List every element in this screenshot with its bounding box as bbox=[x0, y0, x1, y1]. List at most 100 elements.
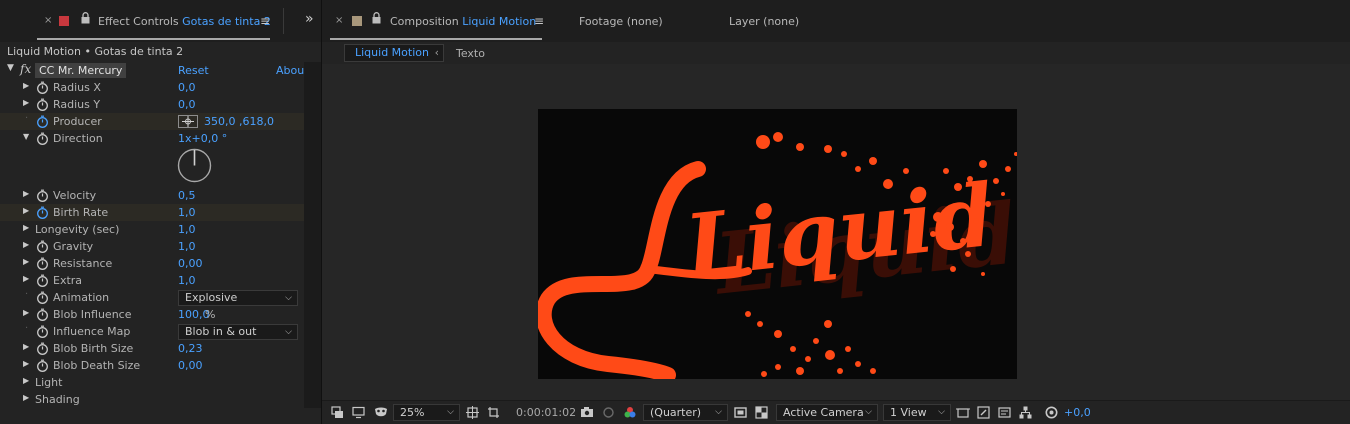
twirl-arrow-icon[interactable]: ▶ bbox=[23, 308, 29, 317]
transparency-grid-icon[interactable] bbox=[755, 406, 768, 419]
property-row-velocity[interactable]: ▶ Velocity 0,5 bbox=[0, 187, 305, 204]
draft-3d-icon[interactable] bbox=[977, 406, 990, 419]
stopwatch-icon[interactable] bbox=[36, 342, 49, 355]
twirl-arrow-icon[interactable]: ▶ bbox=[23, 240, 29, 249]
twirl-arrow-icon[interactable]: ▶ bbox=[23, 189, 29, 198]
point-target-icon[interactable] bbox=[178, 115, 198, 128]
twirl-arrow-icon[interactable]: ▶ bbox=[23, 223, 29, 232]
camera-select[interactable]: Active Camera ⌵ bbox=[776, 404, 878, 421]
property-value[interactable]: 0,0 bbox=[178, 98, 196, 111]
twirl-arrow-icon[interactable]: ▶ bbox=[23, 393, 29, 402]
view-layout-select[interactable]: 1 View ⌵ bbox=[883, 404, 951, 421]
label-color-swatch[interactable] bbox=[59, 16, 69, 26]
resolution-select[interactable]: (Quarter) ⌵ bbox=[643, 404, 728, 421]
property-value[interactable]: 0,00 bbox=[178, 257, 203, 270]
stopwatch-icon[interactable] bbox=[36, 308, 49, 321]
show-snapshot-icon[interactable] bbox=[602, 406, 615, 419]
label-color-swatch[interactable] bbox=[352, 16, 362, 26]
region-of-interest-icon[interactable] bbox=[487, 406, 500, 419]
fx-toggle-icon[interactable]: fx bbox=[20, 62, 31, 76]
reset-button[interactable]: Reset bbox=[178, 64, 209, 77]
twirl-arrow-icon[interactable]: ▼ bbox=[23, 132, 29, 141]
stopwatch-icon[interactable] bbox=[36, 359, 49, 372]
panel-menu-icon[interactable]: ≡ bbox=[260, 14, 270, 28]
property-row-animation[interactable]: · Animation Explosive ⌵ bbox=[0, 289, 305, 306]
close-tab-icon[interactable]: × bbox=[44, 15, 52, 26]
stopwatch-icon[interactable] bbox=[36, 115, 49, 128]
tab-footage[interactable]: Footage (none) bbox=[579, 15, 663, 28]
twirl-arrow-icon[interactable]: ▶ bbox=[23, 98, 29, 107]
composition-viewer[interactable]: Liquid Liquid bbox=[322, 64, 1350, 401]
stopwatch-icon[interactable] bbox=[36, 291, 49, 304]
overflow-chevrons-icon[interactable]: » bbox=[305, 11, 314, 27]
lock-icon[interactable] bbox=[81, 12, 90, 24]
property-row-radius-x[interactable]: ▶ Radius X 0,0 bbox=[0, 79, 305, 96]
twirl-arrow-icon[interactable]: ▶ bbox=[23, 274, 29, 283]
pixel-aspect-icon[interactable] bbox=[956, 406, 970, 419]
stopwatch-icon[interactable] bbox=[36, 98, 49, 111]
fast-preview-icon[interactable] bbox=[734, 406, 747, 419]
current-timecode[interactable]: 0:00:01:02 bbox=[516, 406, 576, 419]
monitor-icon[interactable] bbox=[352, 406, 365, 419]
reset-exposure-icon[interactable] bbox=[1045, 406, 1058, 419]
property-row-direction[interactable]: ▼ Direction 1x+0,0 ° bbox=[0, 130, 305, 147]
property-row-producer[interactable]: · Producer 350,0 ,618,0 bbox=[0, 113, 305, 130]
property-row-blob-death-size[interactable]: ▶ Blob Death Size 0,00 bbox=[0, 357, 305, 374]
property-dropdown[interactable]: Explosive ⌵ bbox=[178, 290, 298, 306]
twirl-down-icon[interactable]: ▼ bbox=[7, 63, 14, 73]
property-value[interactable]: 0,00 bbox=[178, 359, 203, 372]
snapshot-camera-icon[interactable] bbox=[580, 406, 593, 419]
viewer-tab-texto[interactable]: Texto bbox=[456, 47, 485, 60]
flowchart-icon[interactable] bbox=[1019, 406, 1032, 419]
color-channels-icon[interactable] bbox=[623, 406, 636, 419]
property-value[interactable]: 0,23 bbox=[178, 342, 203, 355]
twirl-arrow-icon[interactable]: ▶ bbox=[23, 342, 29, 351]
property-row-shading[interactable]: ▶ Shading bbox=[0, 391, 305, 408]
stopwatch-icon[interactable] bbox=[36, 81, 49, 94]
property-value[interactable]: 1x+0,0 ° bbox=[178, 132, 227, 145]
viewer-tab-liquid-motion[interactable]: Liquid Motion ‹ bbox=[344, 44, 444, 62]
mask-visibility-icon[interactable] bbox=[374, 406, 387, 419]
tab-composition[interactable]: Composition Liquid Motion bbox=[390, 15, 536, 28]
stopwatch-icon[interactable] bbox=[36, 132, 49, 145]
property-row-light[interactable]: ▶ Light bbox=[0, 374, 305, 391]
property-row-birth-rate[interactable]: ▶ Birth Rate 1,0 bbox=[0, 204, 305, 221]
stopwatch-icon[interactable] bbox=[36, 325, 49, 338]
effect-name[interactable]: CC Mr. Mercury bbox=[35, 63, 127, 78]
stopwatch-icon[interactable] bbox=[36, 274, 49, 287]
always-preview-icon[interactable] bbox=[331, 406, 344, 419]
property-row-blob-birth-size[interactable]: ▶ Blob Birth Size 0,23 bbox=[0, 340, 305, 357]
property-value[interactable]: 1,0 bbox=[178, 223, 196, 236]
stopwatch-icon[interactable] bbox=[36, 240, 49, 253]
twirl-arrow-icon[interactable]: ▶ bbox=[23, 359, 29, 368]
stopwatch-icon[interactable] bbox=[36, 257, 49, 270]
property-value[interactable]: 0,0 bbox=[178, 81, 196, 94]
twirl-arrow-icon[interactable]: ▶ bbox=[23, 376, 29, 385]
resolution-grid-icon[interactable] bbox=[466, 406, 479, 419]
property-row-longevity-sec[interactable]: ▶ Longevity (sec) 1,0 bbox=[0, 221, 305, 238]
direction-dial[interactable] bbox=[177, 148, 212, 186]
property-value[interactable]: 1,0 bbox=[178, 206, 196, 219]
panel-menu-icon[interactable]: ≡ bbox=[534, 14, 544, 28]
property-value[interactable]: 0,5 bbox=[178, 189, 196, 202]
property-dropdown[interactable]: Blob in & out ⌵ bbox=[178, 324, 298, 340]
stopwatch-icon[interactable] bbox=[36, 206, 49, 219]
timeline-icon[interactable] bbox=[998, 406, 1011, 419]
property-value[interactable]: 1,0 bbox=[178, 274, 196, 287]
twirl-arrow-icon[interactable]: ▶ bbox=[23, 257, 29, 266]
zoom-select[interactable]: 25% ⌵ bbox=[393, 404, 460, 421]
close-tab-icon[interactable]: × bbox=[335, 15, 343, 26]
tab-effect-controls[interactable]: Effect Controls Gotas de tinta 2 bbox=[98, 15, 271, 28]
lock-icon[interactable] bbox=[372, 12, 381, 24]
twirl-arrow-icon[interactable]: ▶ bbox=[23, 81, 29, 90]
composition-canvas[interactable]: Liquid Liquid bbox=[538, 109, 1017, 379]
property-row-extra[interactable]: ▶ Extra 1,0 bbox=[0, 272, 305, 289]
stopwatch-icon[interactable] bbox=[36, 189, 49, 202]
property-row-blob-influence[interactable]: ▶ Blob Influence 100,0% bbox=[0, 306, 305, 323]
twirl-arrow-icon[interactable]: ▶ bbox=[23, 206, 29, 215]
tab-layer[interactable]: Layer (none) bbox=[729, 15, 799, 28]
property-row-resistance[interactable]: ▶ Resistance 0,00 bbox=[0, 255, 305, 272]
property-row-gravity[interactable]: ▶ Gravity 1,0 bbox=[0, 238, 305, 255]
property-value[interactable]: 350,0 ,618,0 bbox=[204, 115, 274, 128]
property-row-influence-map[interactable]: · Influence Map Blob in & out ⌵ bbox=[0, 323, 305, 340]
